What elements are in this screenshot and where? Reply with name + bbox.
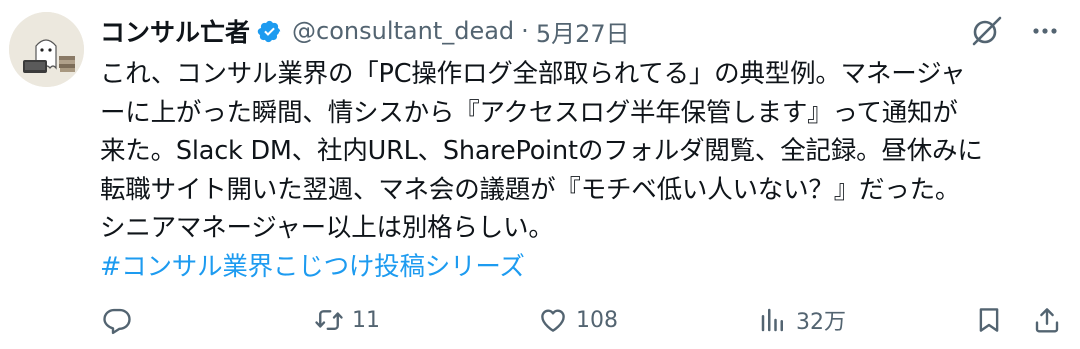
bookmark-icon <box>979 308 999 332</box>
avatar[interactable] <box>9 12 84 87</box>
more-icon[interactable] <box>1030 16 1060 46</box>
views-count: 32万 <box>796 310 846 335</box>
tweet-body: これ、コンサル業界の「PC操作ログ全部取られてる」の典型例。マネージャ ーに上が… <box>100 55 1065 286</box>
share-button[interactable] <box>1032 298 1062 342</box>
tweet-body-line: シニアマネージャー以上は別格らしい。 <box>100 213 554 243</box>
bookmark-button[interactable] <box>974 298 1004 342</box>
tweet-header: コンサル亡者 @consultant_dead · 5月27日 <box>100 10 630 52</box>
hashtag-link[interactable]: #コンサル業界こじつけ投稿シリーズ <box>100 248 1065 287</box>
views-icon <box>761 308 783 332</box>
tweet-date[interactable]: 5月27日 <box>536 14 630 49</box>
retweet-count: 11 <box>352 307 380 333</box>
action-bar: 11 108 32万 <box>100 298 1070 342</box>
like-count: 108 <box>576 307 618 333</box>
tweet-body-line: 転職サイト開いた翌週、マネ会の議題が『モチベ低い人いない？』だった。 <box>100 174 961 205</box>
verified-badge-icon[interactable] <box>257 19 282 44</box>
top-right-actions <box>970 14 1060 48</box>
separator-dot: · <box>521 17 529 45</box>
author-name[interactable]: コンサル亡者 <box>100 13 250 49</box>
tweet-body-line: これ、コンサル業界の「PC操作ログ全部取られてる」の典型例。マネージャ <box>100 59 966 89</box>
views-button[interactable]: 32万 <box>758 298 846 342</box>
retweet-button[interactable]: 11 <box>314 298 380 342</box>
avatar-image <box>9 12 84 87</box>
reply-button[interactable] <box>102 298 140 342</box>
tweet-body-line: 来た。Slack DM、社内URL、SharePointのフォルダ閲覧、全記録。… <box>100 136 983 166</box>
retweet-icon <box>315 310 343 330</box>
reply-icon <box>103 308 131 335</box>
like-button[interactable]: 108 <box>538 298 618 342</box>
tweet-body-line: ーに上がった瞬間、情シスから『アクセスログ半年保管します』って通知が <box>100 97 958 128</box>
share-icon <box>1035 308 1059 333</box>
grok-icon[interactable] <box>970 14 1004 48</box>
author-handle[interactable]: @consultant_dead <box>292 17 514 45</box>
like-icon <box>541 309 565 332</box>
